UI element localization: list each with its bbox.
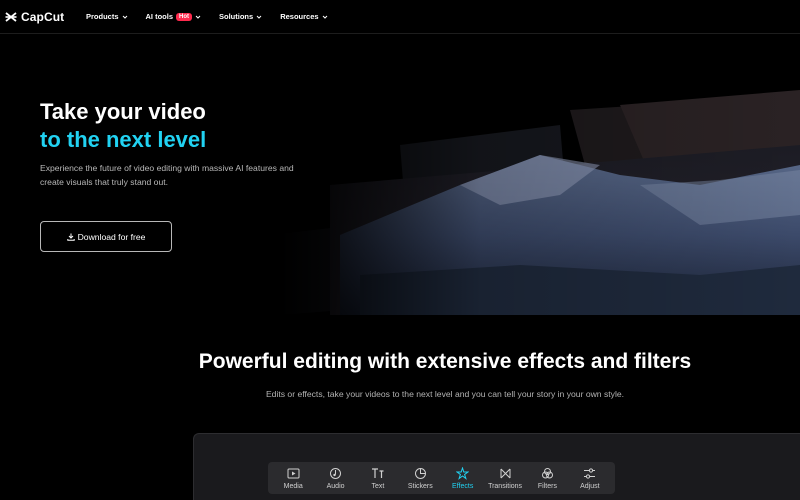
tab-adjust[interactable]: Adjust [570,467,610,490]
tab-adjust-label: Adjust [580,482,600,490]
nav-solutions[interactable]: Solutions [219,12,262,21]
tab-stickers-label: Stickers [407,482,433,490]
capcut-logo-icon [5,11,17,22]
nav-ai-tools[interactable]: AI tools Hot [146,12,202,21]
download-button-label: Download for free [77,231,146,242]
tab-media[interactable]: Media [273,467,313,490]
chevron-down-icon [195,15,201,19]
nav-products[interactable]: Products [86,12,128,21]
chevron-down-icon [122,15,127,19]
tab-filters-label: Filters [537,482,557,490]
nav-resources[interactable]: Resources [280,12,327,21]
tab-media-label: Media [283,482,303,490]
brand-name: CapCut [21,9,65,24]
adjust-icon [584,467,596,479]
download-button[interactable]: Download for free [40,221,172,252]
tab-effects-label: Effects [452,482,474,490]
nav-ai-tools-label: AI tools [145,12,174,21]
hero-section: Take your video to the next level Experi… [0,35,800,315]
media-icon [287,468,300,478]
tab-effects[interactable]: Effects [443,466,483,490]
tab-filters[interactable]: Filters [527,467,567,490]
capcut-logo[interactable]: CapCut [4,10,78,24]
tab-text-label: Text [371,482,385,490]
tab-audio-label: Audio [326,482,345,490]
tab-stickers[interactable]: Stickers [400,467,440,490]
editor-tool-tabs: Media Audio Text Stickers Effects Transi… [268,462,615,494]
nav-solutions-label: Solutions [219,12,254,21]
tab-text[interactable]: Text [358,467,398,490]
text-icon [372,467,384,478]
download-icon [66,233,75,241]
hero-subtitle: Experience the future of video editing w… [40,163,294,187]
hero-title-line2: to the next level [40,127,207,152]
nav-resources-label: Resources [280,12,319,21]
hero-title-line1: Take your video [40,99,206,124]
chevron-down-icon [322,15,327,19]
nav-products-label: Products [86,12,119,21]
section-title: Powerful editing with extensive effects … [198,350,692,373]
tab-transitions-label: Transitions [488,482,523,490]
tab-transitions[interactable]: Transitions [485,467,525,490]
audio-icon [330,467,342,479]
hot-badge: Hot [176,12,193,21]
stickers-icon [414,467,426,479]
top-nav: CapCut Products AI tools Hot Solutions R… [0,0,800,34]
tab-audio[interactable]: Audio [316,467,356,490]
effects-icon [456,466,470,480]
section-subtitle: Edits or effects, take your videos to th… [265,389,625,399]
chevron-down-icon [256,15,262,19]
filters-icon [541,467,553,478]
transitions-icon [500,468,511,478]
